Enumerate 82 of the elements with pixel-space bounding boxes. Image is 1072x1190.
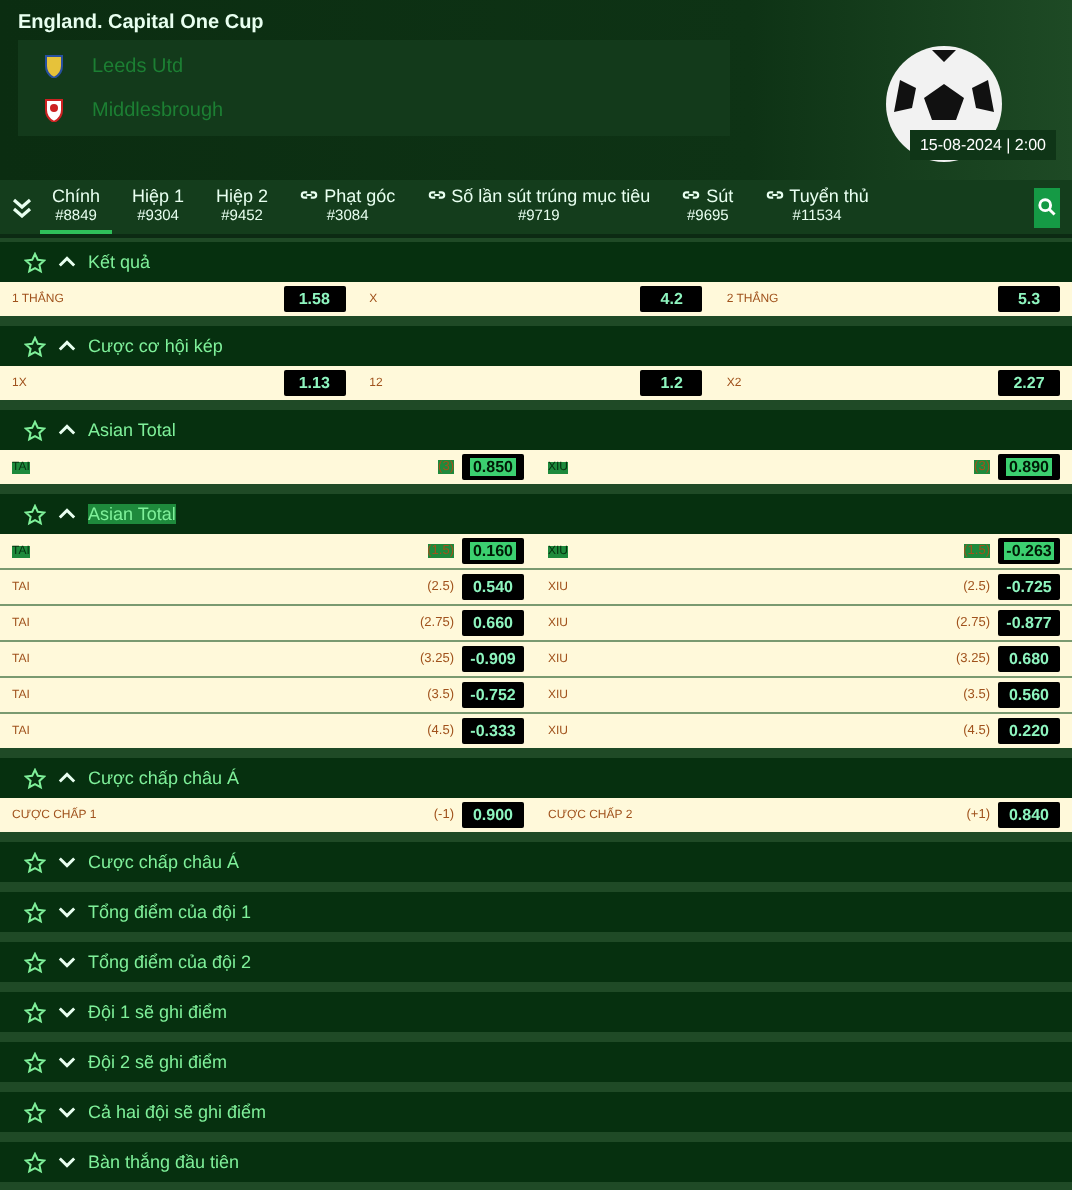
market-header[interactable]: Cược chấp châu Á: [0, 758, 1072, 798]
chevron-down-icon[interactable]: [58, 1056, 76, 1068]
star-icon[interactable]: [24, 851, 46, 873]
odds-button[interactable]: 0.850: [462, 454, 524, 480]
star-icon[interactable]: [24, 767, 46, 789]
star-icon[interactable]: [24, 335, 46, 357]
market-header[interactable]: Đội 1 sẽ ghi điểm: [0, 992, 1072, 1032]
market-title: Asian Total: [88, 420, 176, 440]
market-title: Cược chấp châu Á: [88, 852, 239, 872]
link-icon: [300, 190, 319, 200]
chevron-up-icon[interactable]: [58, 772, 76, 784]
market-header[interactable]: Kết quả: [0, 242, 1072, 282]
market-title: Bàn thắng đầu tiên: [88, 1152, 240, 1172]
market-header[interactable]: Cược cơ hội kép: [0, 326, 1072, 366]
market-header[interactable]: Tổng điểm của đội 2: [0, 942, 1072, 982]
link-icon: [427, 190, 446, 200]
link-icon: [765, 190, 784, 200]
market-header[interactable]: Đội 2 sẽ ghi điểm: [0, 1042, 1072, 1082]
star-icon[interactable]: [24, 419, 46, 441]
star-icon[interactable]: [24, 951, 46, 973]
odds-button[interactable]: 0.160: [462, 538, 524, 564]
link-icon: [682, 190, 701, 200]
star-icon[interactable]: [24, 1151, 46, 1173]
odds-button[interactable]: 0.220: [998, 718, 1060, 744]
odds-button[interactable]: 1.13: [283, 370, 346, 396]
market-title: Kết quả: [88, 252, 151, 272]
market-title: Đội 1 sẽ ghi điểm: [88, 1002, 228, 1022]
market-header[interactable]: Bàn thắng đầu tiên: [0, 1142, 1072, 1182]
match-datetime: 15-08-2024 | 2:00: [909, 130, 1056, 160]
chevron-down-icon[interactable]: [58, 906, 76, 918]
market-title: Cả hai đội sẽ ghi điểm: [88, 1102, 267, 1122]
shield-crest-icon: [44, 98, 64, 122]
star-icon[interactable]: [24, 1051, 46, 1073]
market-title: Đội 2 sẽ ghi điểm: [88, 1052, 228, 1072]
league-title: England. Capital One Cup: [18, 12, 266, 34]
odds-button[interactable]: 0.660: [462, 610, 524, 636]
market-title: Asian Total: [88, 504, 176, 524]
market-title: Tổng điểm của đội 1: [88, 902, 252, 922]
market-header[interactable]: Cả hai đội sẽ ghi điểm: [0, 1092, 1072, 1132]
odds-button[interactable]: 1.58: [283, 286, 346, 312]
odds-button[interactable]: 0.890: [998, 454, 1060, 480]
team-name: Leeds Utd: [92, 55, 184, 77]
market-title: Cược cơ hội kép: [88, 336, 223, 356]
market-header[interactable]: Cược chấp châu Á: [0, 842, 1072, 882]
chevron-up-icon[interactable]: [58, 256, 76, 268]
double-chevron-down-icon[interactable]: [12, 197, 32, 217]
odds-button[interactable]: 5.3: [998, 286, 1060, 312]
star-icon[interactable]: [24, 1001, 46, 1023]
odds-button[interactable]: 1.2: [640, 370, 703, 396]
odds-button[interactable]: -0.725: [998, 574, 1060, 600]
odds-button[interactable]: 0.540: [462, 574, 524, 600]
search-icon: [1038, 198, 1056, 216]
market-header[interactable]: Asian Total: [0, 410, 1072, 450]
star-icon[interactable]: [24, 1101, 46, 1123]
odds-button[interactable]: 2.27: [998, 370, 1060, 396]
odds-button[interactable]: 0.840: [998, 802, 1060, 828]
odds-button[interactable]: 0.900: [462, 802, 524, 828]
odds-button[interactable]: -0.263: [998, 538, 1060, 564]
star-icon[interactable]: [24, 503, 46, 525]
market-title: Tổng điểm của đội 2: [88, 952, 252, 972]
odds-button[interactable]: 4.2: [640, 286, 703, 312]
star-icon[interactable]: [24, 251, 46, 273]
chevron-down-icon[interactable]: [58, 1156, 76, 1168]
odds-button[interactable]: -0.333: [462, 718, 524, 744]
market-title: Cược chấp châu Á: [88, 768, 239, 788]
market-header[interactable]: Tổng điểm của đội 1: [0, 892, 1072, 932]
chevron-down-icon[interactable]: [58, 1106, 76, 1118]
search-button[interactable]: [1034, 187, 1060, 227]
chevron-up-icon[interactable]: [58, 508, 76, 520]
shield-crest-icon: [44, 54, 64, 78]
chevron-down-icon[interactable]: [58, 956, 76, 968]
odds-button[interactable]: 0.680: [998, 646, 1060, 672]
odds-button[interactable]: -0.877: [998, 610, 1060, 636]
chevron-up-icon[interactable]: [58, 340, 76, 352]
odds-button[interactable]: -0.909: [462, 646, 524, 672]
chevron-down-icon[interactable]: [58, 856, 76, 868]
chevron-down-icon[interactable]: [58, 1006, 76, 1018]
team-name: Middlesbrough: [92, 99, 224, 121]
odds-button[interactable]: 0.560: [998, 682, 1060, 708]
chevron-up-icon[interactable]: [58, 424, 76, 436]
star-icon[interactable]: [24, 901, 46, 923]
odds-button[interactable]: -0.752: [462, 682, 524, 708]
